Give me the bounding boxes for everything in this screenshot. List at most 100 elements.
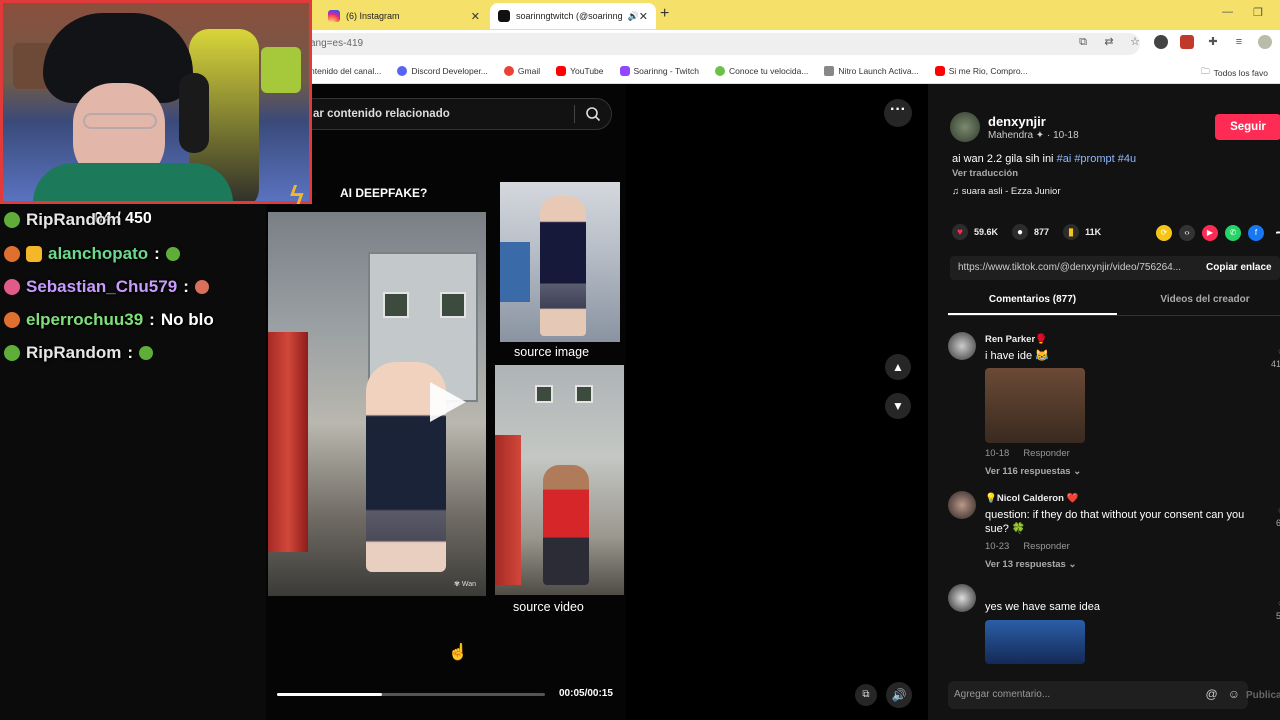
details-panel: denxynjir Mahendra ✦ · 10-18 Seguir ai w… (928, 84, 1280, 720)
comment-like[interactable]: ♡59 (1276, 600, 1280, 621)
tab-tiktok[interactable]: soarinngtwitch (@soarinng 🔊 ✕ (490, 3, 656, 29)
video-title-overlay: AI DEEPFAKE? (340, 186, 428, 200)
tab-instagram[interactable]: (6) Instagram ✕ (320, 3, 488, 29)
twitch-icon (619, 65, 630, 76)
bookmark-item[interactable]: Conoce tu velocida... (715, 65, 808, 76)
comment-button[interactable]: ● 877 (1012, 224, 1049, 240)
comment-count: 877 (1034, 227, 1050, 237)
chat-separator: : (183, 277, 189, 296)
video-caption: ai wan 2.2 gila sih ini #ai #prompt #4u (952, 153, 1136, 165)
author-username[interactable]: denxynjir (988, 114, 1046, 129)
view-replies-button[interactable]: Ver 13 respuestas ⌄ (985, 559, 1076, 570)
comment-like[interactable]: ♡416 (1271, 348, 1280, 369)
window (575, 385, 593, 403)
puzzle-icon[interactable]: ✚ (1206, 35, 1220, 49)
facebook-icon[interactable]: f (1248, 225, 1264, 241)
media-icon[interactable]: ≡ (1232, 35, 1246, 49)
shelf-figurine (261, 47, 301, 93)
extension-icon[interactable] (1180, 35, 1194, 49)
close-icon[interactable]: ✕ (471, 10, 480, 23)
window (440, 292, 466, 318)
send-icon[interactable]: ▶ (1202, 225, 1218, 241)
next-video-button[interactable]: ▼ (885, 393, 911, 419)
bookmark-item[interactable]: Si me Rio, Compro... (934, 65, 1028, 76)
commenter-name[interactable]: 💡Nicol Calderon ❤️ (985, 493, 1078, 504)
caption-hashtags[interactable]: #ai #prompt #4u (1057, 153, 1137, 165)
copy-link-button[interactable]: Copiar enlace (1206, 262, 1272, 273)
minimize-icon[interactable]: — (1222, 6, 1233, 18)
window (535, 385, 553, 403)
comment-like[interactable]: ♡62 (1276, 507, 1280, 528)
speaker-icon[interactable]: 🔊 (628, 11, 639, 22)
emoji-icon[interactable]: ☺ (1228, 687, 1240, 701)
streamer-shirt (33, 163, 233, 201)
bookmark-item[interactable]: Nitro Launch Activa... (824, 65, 919, 76)
close-icon[interactable]: ✕ (639, 10, 648, 23)
save-button[interactable]: ▮ 11K (1063, 224, 1101, 240)
person-figure (543, 465, 589, 585)
watermark: ✾ Wan (454, 581, 476, 588)
watermark-label: Wan (461, 581, 476, 588)
repost-icon[interactable]: ⟳ (1156, 225, 1172, 241)
commenter-name[interactable]: Ren Parker🥊 (985, 334, 1047, 345)
translate-icon[interactable]: ⇄ (1102, 35, 1116, 49)
publish-button[interactable]: Publica (1246, 690, 1280, 701)
speedtest-icon (715, 65, 726, 76)
search-input[interactable]: ar contenido relacionado (298, 98, 612, 130)
engagement-stats: ♥ 59.6K ● 877 ▮ 11K (952, 224, 1101, 240)
share-buttons: ⟳ ‹› ▶ ✆ f ➦ (1156, 225, 1280, 241)
badge-icon (4, 246, 20, 262)
pip-icon[interactable]: ⧉ (855, 684, 877, 706)
commenter-avatar[interactable] (948, 584, 976, 612)
reply-button[interactable]: Responder (1023, 448, 1069, 459)
comment-input[interactable]: Agregar comentario... @ ☺ (948, 681, 1248, 709)
commenter-avatar[interactable] (948, 491, 976, 519)
tab-comments[interactable]: Comentarios (877) (948, 294, 1117, 315)
copy-link-row: https://www.tiktok.com/@denxynjir/video/… (950, 256, 1280, 280)
profile-icon[interactable] (1258, 35, 1272, 49)
author-avatar[interactable] (950, 112, 980, 142)
comment-meta: 10-23 Responder (985, 541, 1070, 552)
video-progress-bar[interactable] (277, 693, 545, 696)
commenter-avatar[interactable] (948, 332, 976, 360)
music-link[interactable]: ♫ suara asli - Ezza Junior (952, 186, 1061, 197)
follow-button[interactable]: Seguir (1215, 114, 1280, 140)
comment-input-icons: @ ☺ (1206, 687, 1240, 701)
shelf (500, 242, 530, 302)
star-icon[interactable]: ☆ (1128, 35, 1142, 49)
see-translation-link[interactable]: Ver traducción (952, 168, 1018, 179)
bookmark-item[interactable]: YouTube (556, 65, 604, 76)
bookmark-item[interactable]: ntenido del canal... (310, 66, 381, 76)
reply-button[interactable]: Responder (1023, 541, 1069, 552)
bookmark-item[interactable]: Soarinng - Twitch (619, 65, 699, 76)
bookmark-item[interactable]: Gmail (503, 65, 540, 76)
previous-video-button[interactable]: ▲ (885, 354, 911, 380)
install-icon[interactable]: ⧉ (1076, 35, 1090, 49)
embed-icon[interactable]: ‹› (1179, 225, 1195, 241)
chat-message: No blo (160, 310, 214, 329)
divider (574, 105, 575, 123)
play-icon[interactable] (430, 382, 466, 422)
volume-icon[interactable]: 🔊 (886, 682, 912, 708)
all-bookmarks-folder[interactable]: 🗀 Todos los favo (1201, 66, 1268, 80)
view-replies-button[interactable]: Ver 116 respuestas ⌄ (985, 466, 1081, 477)
more-options-button[interactable]: ··· (884, 99, 912, 127)
maximize-icon[interactable]: ❐ (1253, 6, 1263, 19)
bookmark-item[interactable]: Discord Developer... (397, 65, 488, 76)
extension-icon[interactable] (1154, 35, 1168, 49)
comment-like-count: 416 (1270, 359, 1280, 369)
mention-icon[interactable]: @ (1206, 687, 1218, 701)
new-tab-button[interactable]: + (660, 5, 669, 23)
address-bar[interactable]: ang=es-419 (300, 33, 1140, 55)
whatsapp-icon[interactable]: ✆ (1225, 225, 1241, 241)
hand-cursor-icon: ☝ (448, 644, 468, 661)
tab-title: (6) Instagram (346, 11, 400, 21)
like-button[interactable]: ♥ 59.6K (952, 224, 998, 240)
instagram-icon (328, 10, 340, 22)
share-arrow-icon[interactable]: ➦ (1271, 225, 1280, 241)
chat-username: elperrochuu39 (26, 310, 144, 329)
chat-line: RipRandom (4, 210, 121, 230)
search-icon[interactable] (585, 106, 601, 122)
tab-creator-videos[interactable]: Videos del creador (1130, 294, 1280, 305)
emote-icon (165, 247, 180, 261)
